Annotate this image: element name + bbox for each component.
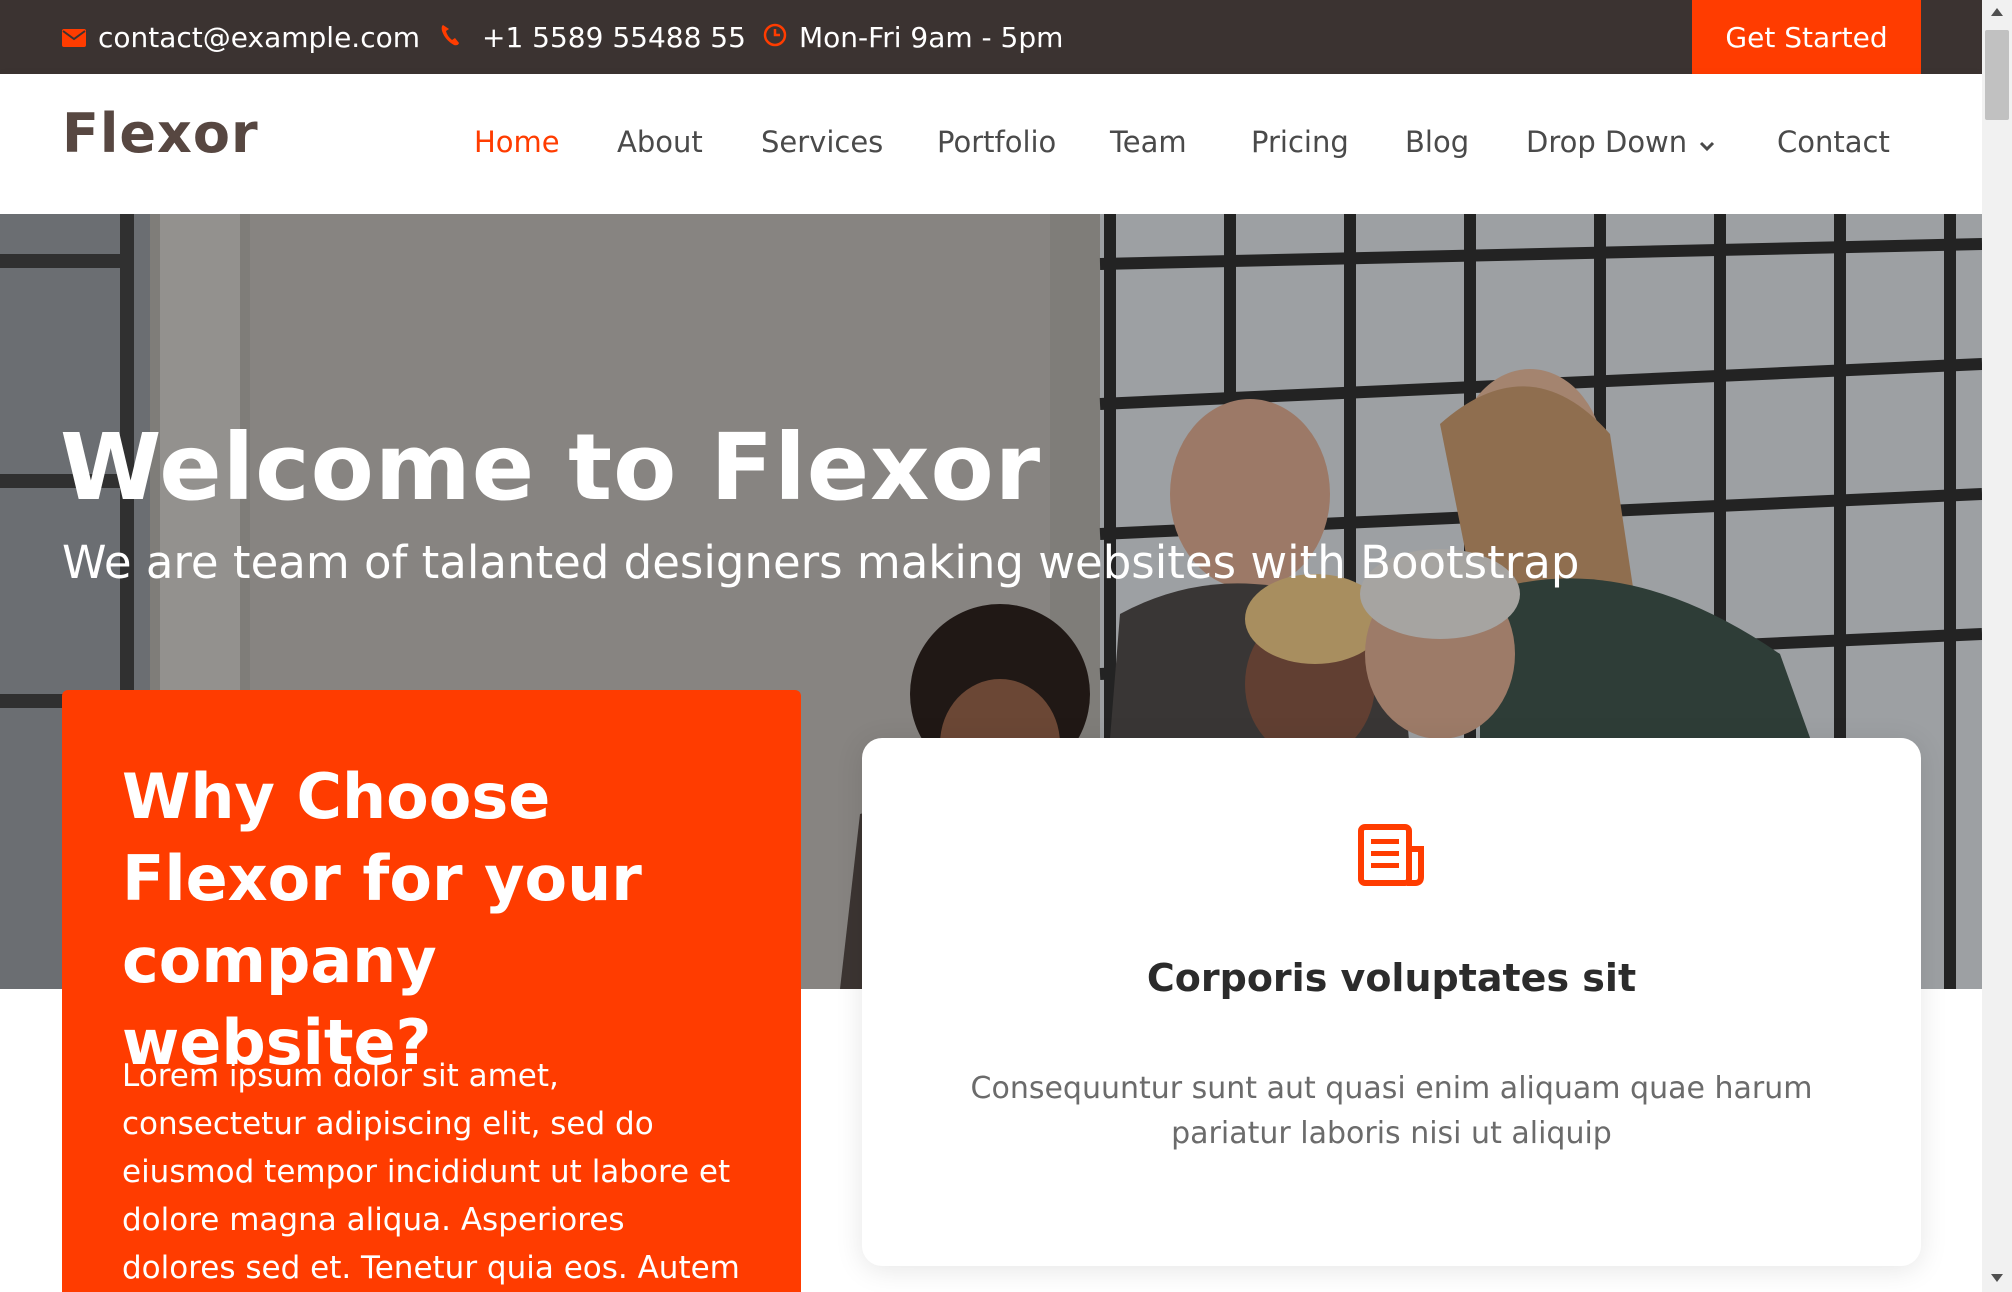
feature-card: Corporis voluptates sit Consequuntur sun… [862, 738, 1921, 1266]
nav-label: Services [761, 125, 884, 159]
nav-team[interactable]: Team [1110, 118, 1187, 166]
why-choose-title: Why Choose Flexor for your company websi… [122, 760, 642, 1079]
contact-phone-text: +1 5589 55488 55 [482, 20, 746, 54]
hero-title: Welcome to Flexor [60, 414, 1042, 521]
nav-label: About [617, 125, 703, 159]
clock-icon [763, 21, 799, 54]
nav-about[interactable]: About [617, 118, 703, 166]
top-bar: contact@example.com +1 5589 55488 55 Mon… [0, 0, 1982, 74]
site-header: Flexor Home About Services Portfolio Tea… [0, 74, 1982, 214]
contact-phone[interactable]: +1 5589 55488 55 [440, 0, 746, 74]
scrollbar-thumb[interactable] [1985, 30, 2009, 120]
why-choose-text: Lorem ipsum dolor sit amet, consectetur … [122, 1058, 740, 1286]
nav-pricing[interactable]: Pricing [1251, 118, 1349, 166]
get-started-button[interactable]: Get Started [1692, 0, 1921, 74]
nav-label: Pricing [1251, 125, 1349, 159]
page-scrollbar[interactable] [1982, 0, 2012, 1292]
nav-home[interactable]: Home [474, 118, 560, 166]
nav-label: Blog [1405, 125, 1470, 159]
contact-email[interactable]: contact@example.com [62, 0, 420, 74]
nav-label: Home [474, 125, 560, 159]
phone-icon [440, 21, 482, 54]
envelope-icon [62, 21, 98, 54]
nav-services[interactable]: Services [761, 118, 883, 166]
scroll-up-arrow-icon[interactable] [1991, 8, 2003, 16]
feature-card-title: Corporis voluptates sit [1146, 956, 1637, 1000]
nav-label: Team [1110, 125, 1187, 159]
chevron-down-icon [1687, 125, 1715, 159]
nav-portfolio[interactable]: Portfolio [937, 118, 1056, 166]
nav-label: Contact [1777, 125, 1890, 159]
site-logo[interactable]: Flexor [62, 102, 259, 165]
feature-card-text: Consequuntur sunt aut quasi enim aliquam… [970, 1071, 1813, 1151]
scroll-down-arrow-icon[interactable] [1991, 1274, 2003, 1282]
contact-email-text: contact@example.com [98, 20, 420, 54]
nav-contact[interactable]: Contact [1777, 118, 1890, 166]
hero-subtitle: We are team of talanted designers making… [62, 536, 1580, 589]
why-choose-box: Why Choose Flexor for your company websi… [62, 690, 801, 1292]
business-hours-text: Mon-Fri 9am - 5pm [799, 20, 1064, 54]
receipt-icon [1357, 823, 1427, 891]
nav-label: Drop Down [1526, 125, 1688, 159]
nav-dropdown[interactable]: Drop Down [1526, 118, 1715, 166]
nav-label: Portfolio [937, 125, 1057, 159]
nav-blog[interactable]: Blog [1405, 118, 1469, 166]
business-hours: Mon-Fri 9am - 5pm [763, 0, 1063, 74]
